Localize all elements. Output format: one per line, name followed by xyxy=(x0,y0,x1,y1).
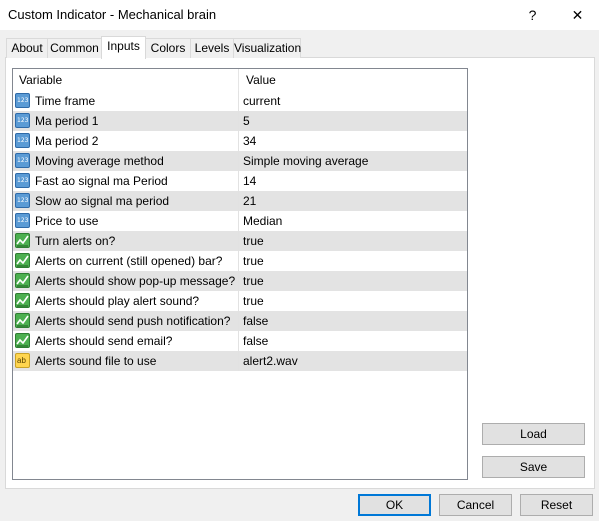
value-cell[interactable]: 5 xyxy=(239,111,467,131)
tab-levels[interactable]: Levels xyxy=(190,38,234,58)
value-cell[interactable]: current xyxy=(239,91,467,111)
tab-about[interactable]: About xyxy=(6,38,48,58)
number-icon-text: 123 xyxy=(17,197,29,204)
value-cell[interactable]: 21 xyxy=(239,191,467,211)
value-cell[interactable]: false xyxy=(239,311,467,331)
table-row[interactable]: Turn alerts on? true xyxy=(13,231,467,251)
table-row[interactable]: 123 Price to use Median xyxy=(13,211,467,231)
variable-label: Alerts should send push notification? xyxy=(35,314,231,328)
tab-visualization[interactable]: Visualization xyxy=(233,38,301,58)
variable-label: Alerts sound file to use xyxy=(35,354,157,368)
variable-cell[interactable]: Alerts on current (still opened) bar? xyxy=(13,251,239,271)
number-icon-text: 123 xyxy=(17,137,29,144)
variable-cell[interactable]: 123 Ma period 1 xyxy=(13,111,239,131)
cancel-button[interactable]: Cancel xyxy=(439,494,512,516)
variable-cell[interactable]: 123 Ma period 2 xyxy=(13,131,239,151)
variable-label: Alerts should play alert sound? xyxy=(35,294,200,308)
close-button[interactable]: ✕ xyxy=(555,0,599,30)
number-icon: 123 xyxy=(15,213,30,228)
number-icon-text: 123 xyxy=(17,97,29,104)
boolean-icon xyxy=(15,293,30,308)
number-icon-text: 123 xyxy=(17,157,29,164)
number-icon: 123 xyxy=(15,153,30,168)
value-cell[interactable]: Median xyxy=(239,211,467,231)
variable-cell[interactable]: Alerts should play alert sound? xyxy=(13,291,239,311)
load-button[interactable]: Load xyxy=(482,423,585,445)
save-button[interactable]: Save xyxy=(482,456,585,478)
variable-label: Alerts should show pop-up message? xyxy=(35,274,236,288)
variable-label: Alerts on current (still opened) bar? xyxy=(35,254,223,268)
tab-colors[interactable]: Colors xyxy=(145,38,191,58)
value-cell[interactable]: alert2.wav xyxy=(239,351,467,371)
string-icon-text: ab xyxy=(17,356,26,365)
boolean-icon xyxy=(15,273,30,288)
table-row[interactable]: 123 Time frame current xyxy=(13,91,467,111)
table-row[interactable]: Alerts on current (still opened) bar? tru… xyxy=(13,251,467,271)
column-header-variable[interactable]: Variable xyxy=(13,69,239,91)
table-row[interactable]: Alerts should send push notification? fal… xyxy=(13,311,467,331)
column-header-value[interactable]: Value xyxy=(240,69,467,91)
number-icon: 123 xyxy=(15,133,30,148)
value-cell[interactable]: true xyxy=(239,271,467,291)
variable-cell[interactable]: Alerts should send push notification? xyxy=(13,311,239,331)
ok-button[interactable]: OK xyxy=(358,494,431,516)
table-row[interactable]: 123 Slow ao signal ma period 21 xyxy=(13,191,467,211)
number-icon: 123 xyxy=(15,173,30,188)
help-button[interactable]: ? xyxy=(510,0,555,30)
boolean-icon xyxy=(15,333,30,348)
variable-label: Slow ao signal ma period xyxy=(35,194,170,208)
boolean-icon xyxy=(15,253,30,268)
variable-label: Turn alerts on? xyxy=(35,234,116,248)
table-row[interactable]: 123 Fast ao signal ma Period 14 xyxy=(13,171,467,191)
variable-label: Ma period 2 xyxy=(35,134,99,148)
number-icon: 123 xyxy=(15,113,30,128)
variable-cell[interactable]: Turn alerts on? xyxy=(13,231,239,251)
tab-inputs[interactable]: Inputs xyxy=(101,36,146,59)
variable-label: Fast ao signal ma Period xyxy=(35,174,168,188)
variable-cell[interactable]: 123 Moving average method xyxy=(13,151,239,171)
variable-cell[interactable]: Alerts should send email? xyxy=(13,331,239,351)
number-icon: 123 xyxy=(15,93,30,108)
window-title: Custom Indicator - Mechanical brain xyxy=(8,7,217,22)
dialog-body: About Common Inputs Colors Levels Visual… xyxy=(0,30,599,521)
value-cell[interactable]: 14 xyxy=(239,171,467,191)
table-row[interactable]: Alerts should send email? false xyxy=(13,331,467,351)
table-row[interactable]: 123 Ma period 2 34 xyxy=(13,131,467,151)
boolean-icon xyxy=(15,313,30,328)
value-cell[interactable]: true xyxy=(239,251,467,271)
table-row[interactable]: Alerts should play alert sound? true xyxy=(13,291,467,311)
inputs-grid: Variable Value 123 Time frame current 123 Ma… xyxy=(12,68,468,480)
grid-header: Variable Value xyxy=(13,69,467,91)
variable-cell[interactable]: ab Alerts sound file to use xyxy=(13,351,239,371)
number-icon: 123 xyxy=(15,193,30,208)
value-cell[interactable]: 34 xyxy=(239,131,467,151)
variable-label: Moving average method xyxy=(35,154,164,168)
variable-cell[interactable]: 123 Price to use xyxy=(13,211,239,231)
variable-label: Alerts should send email? xyxy=(35,334,173,348)
variable-label: Ma period 1 xyxy=(35,114,99,128)
table-row[interactable]: 123 Moving average method Simple moving av… xyxy=(13,151,467,171)
variable-label: Time frame xyxy=(35,94,96,108)
boolean-icon xyxy=(15,233,30,248)
value-cell[interactable]: false xyxy=(239,331,467,351)
value-cell[interactable]: Simple moving average xyxy=(239,151,467,171)
value-cell[interactable]: true xyxy=(239,291,467,311)
variable-cell[interactable]: Alerts should show pop-up message? xyxy=(13,271,239,291)
number-icon-text: 123 xyxy=(17,177,29,184)
variable-label: Price to use xyxy=(35,214,99,228)
reset-button[interactable]: Reset xyxy=(520,494,593,516)
number-icon-text: 123 xyxy=(17,117,29,124)
number-icon-text: 123 xyxy=(17,217,29,224)
table-row[interactable]: Alerts should show pop-up message? true xyxy=(13,271,467,291)
table-row[interactable]: 123 Ma period 1 5 xyxy=(13,111,467,131)
variable-cell[interactable]: 123 Time frame xyxy=(13,91,239,111)
table-row[interactable]: ab Alerts sound file to use alert2.wav xyxy=(13,351,467,371)
variable-cell[interactable]: 123 Slow ao signal ma period xyxy=(13,191,239,211)
string-icon: ab xyxy=(15,353,30,368)
variable-cell[interactable]: 123 Fast ao signal ma Period xyxy=(13,171,239,191)
title-bar: Custom Indicator - Mechanical brain ? ✕ xyxy=(0,0,599,30)
value-cell[interactable]: true xyxy=(239,231,467,251)
tab-common[interactable]: Common xyxy=(47,38,102,58)
